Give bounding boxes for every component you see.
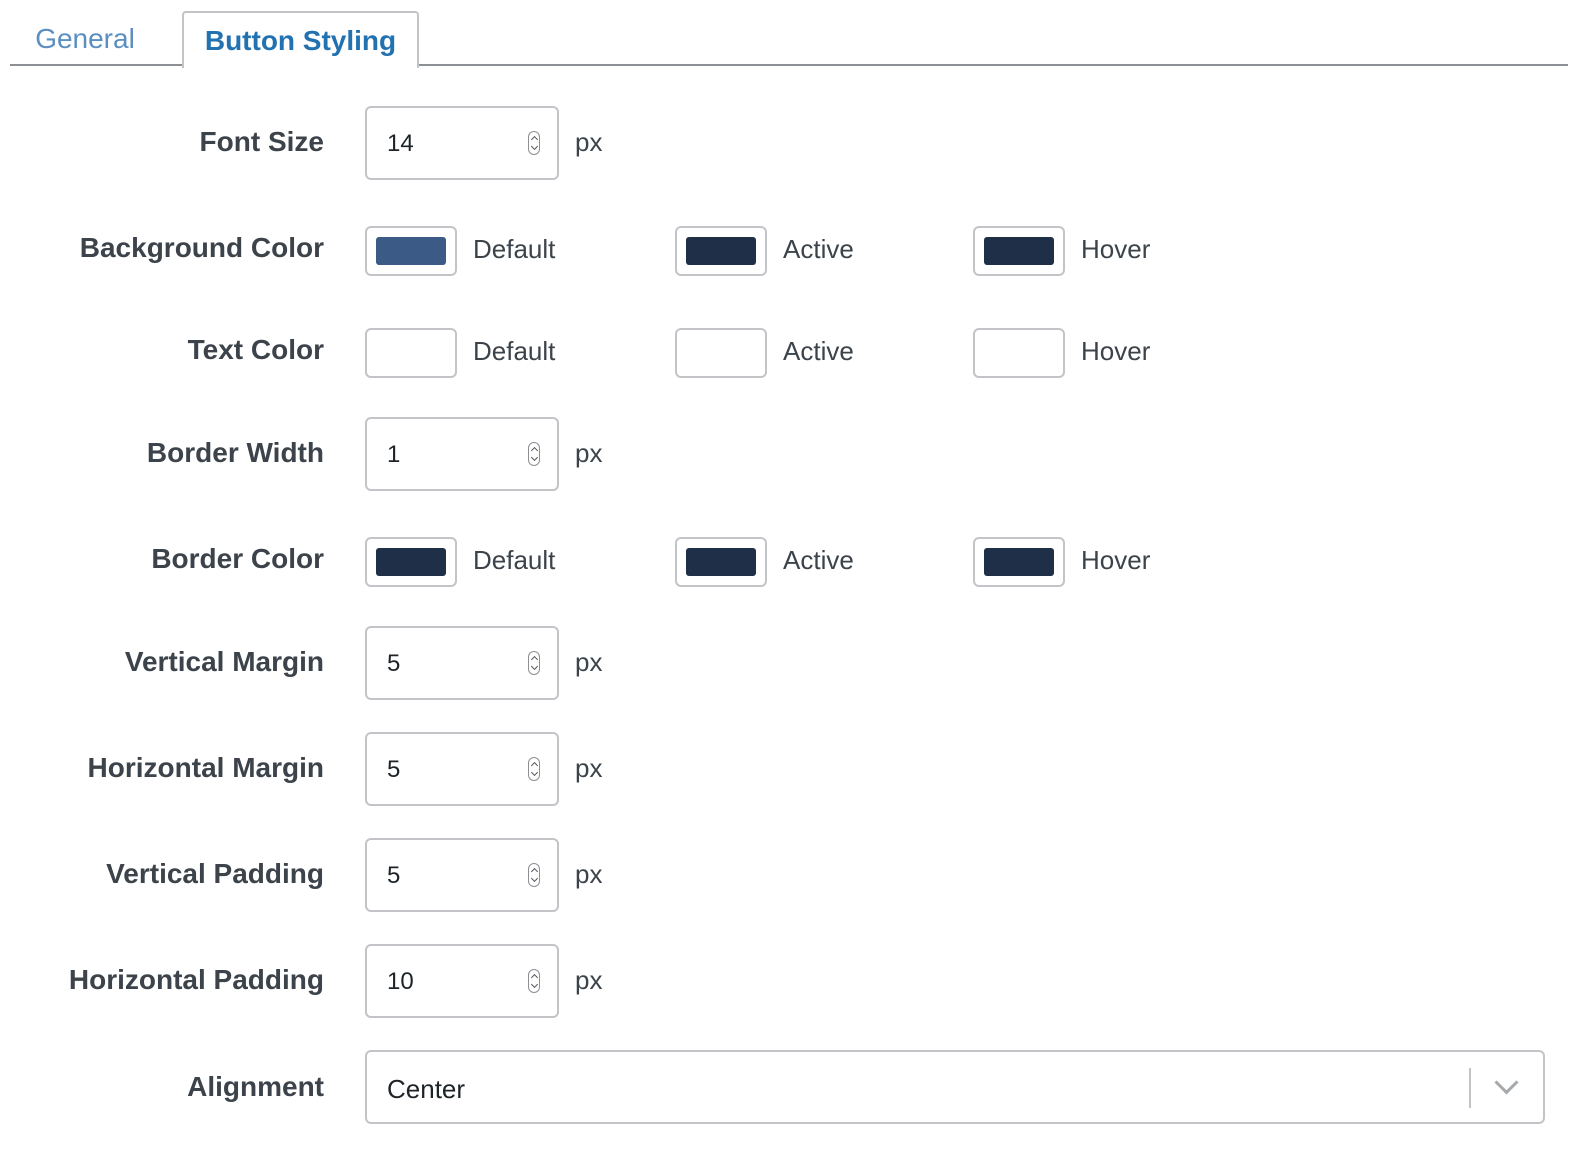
vertical-padding-label: Vertical Padding (106, 858, 324, 889)
border-width-unit: px (575, 438, 603, 468)
horizontal-margin-stepper-icon[interactable] (528, 757, 540, 781)
horizontal-margin-unit: px (575, 753, 603, 783)
border-color-active-swatch[interactable] (675, 537, 767, 587)
font-size-value: 14 (387, 130, 414, 157)
background-color-default-fill (376, 237, 446, 265)
border-width-stepper-icon[interactable] (528, 442, 540, 466)
border-color-hover-label: Hover (1081, 545, 1151, 575)
border-color-default-label: Default (473, 545, 556, 575)
chevron-down-icon[interactable] (1494, 1070, 1519, 1095)
background-color-active-swatch[interactable] (675, 226, 767, 276)
font-size-label: Font Size (199, 126, 324, 157)
border-color-hover-swatch[interactable] (973, 537, 1065, 587)
font-size-stepper-icon[interactable] (528, 131, 540, 155)
background-color-label: Background Color (79, 232, 324, 263)
background-color-hover-fill (984, 237, 1054, 265)
border-color-default-fill (376, 548, 446, 576)
vertical-margin-value: 5 (387, 650, 401, 677)
text-color-hover-label: Hover (1081, 336, 1151, 366)
horizontal-margin-label: Horizontal Margin (87, 752, 324, 783)
text-color-active-fill (686, 339, 756, 367)
vertical-padding-input[interactable]: 5 (365, 838, 559, 912)
font-size-unit: px (575, 127, 603, 157)
alignment-select[interactable]: Center (365, 1050, 1545, 1124)
alignment-select-separator (1469, 1068, 1471, 1108)
border-width-label: Border Width (146, 437, 324, 468)
vertical-margin-stepper-icon[interactable] (528, 651, 540, 675)
background-color-default-label: Default (473, 234, 556, 264)
vertical-margin-unit: px (575, 647, 603, 677)
horizontal-margin-input[interactable]: 5 (365, 732, 559, 806)
text-color-hover-fill (984, 339, 1054, 367)
background-color-active-fill (686, 237, 756, 265)
vertical-padding-stepper-icon[interactable] (528, 863, 540, 887)
background-color-hover-label: Hover (1081, 234, 1151, 264)
vertical-padding-unit: px (575, 859, 603, 889)
tab-general[interactable]: General (10, 0, 160, 64)
horizontal-padding-stepper-icon[interactable] (528, 969, 540, 993)
border-width-input[interactable]: 1 (365, 417, 559, 491)
tab-general-label: General (35, 23, 135, 54)
horizontal-padding-unit: px (575, 965, 603, 995)
text-color-active-label: Active (783, 336, 854, 366)
tab-bar: General Button Styling (10, 0, 1568, 68)
text-color-label: Text Color (187, 334, 324, 365)
vertical-padding-value: 5 (387, 862, 401, 889)
border-width-value: 1 (387, 441, 401, 468)
horizontal-padding-input[interactable]: 10 (365, 944, 559, 1018)
tab-button-styling[interactable]: Button Styling (182, 11, 419, 68)
text-color-default-swatch[interactable] (365, 328, 457, 378)
vertical-margin-input[interactable]: 5 (365, 626, 559, 700)
border-color-active-label: Active (783, 545, 854, 575)
border-color-label: Border Color (151, 543, 324, 574)
text-color-active-swatch[interactable] (675, 328, 767, 378)
tab-button-styling-label: Button Styling (204, 24, 397, 56)
border-color-active-fill (686, 548, 756, 576)
border-color-hover-fill (984, 548, 1054, 576)
alignment-value: Center (387, 1074, 466, 1104)
text-color-default-label: Default (473, 336, 556, 366)
text-color-hover-swatch[interactable] (973, 328, 1065, 378)
border-color-default-swatch[interactable] (365, 537, 457, 587)
horizontal-padding-label: Horizontal Padding (68, 964, 324, 995)
horizontal-padding-value: 10 (387, 968, 414, 995)
background-color-active-label: Active (783, 234, 854, 264)
horizontal-margin-value: 5 (387, 756, 401, 783)
background-color-default-swatch[interactable] (365, 226, 457, 276)
vertical-margin-label: Vertical Margin (124, 646, 324, 677)
text-color-default-fill (376, 339, 446, 367)
font-size-input[interactable]: 14 (365, 106, 559, 180)
alignment-label: Alignment (187, 1071, 324, 1102)
background-color-hover-swatch[interactable] (973, 226, 1065, 276)
